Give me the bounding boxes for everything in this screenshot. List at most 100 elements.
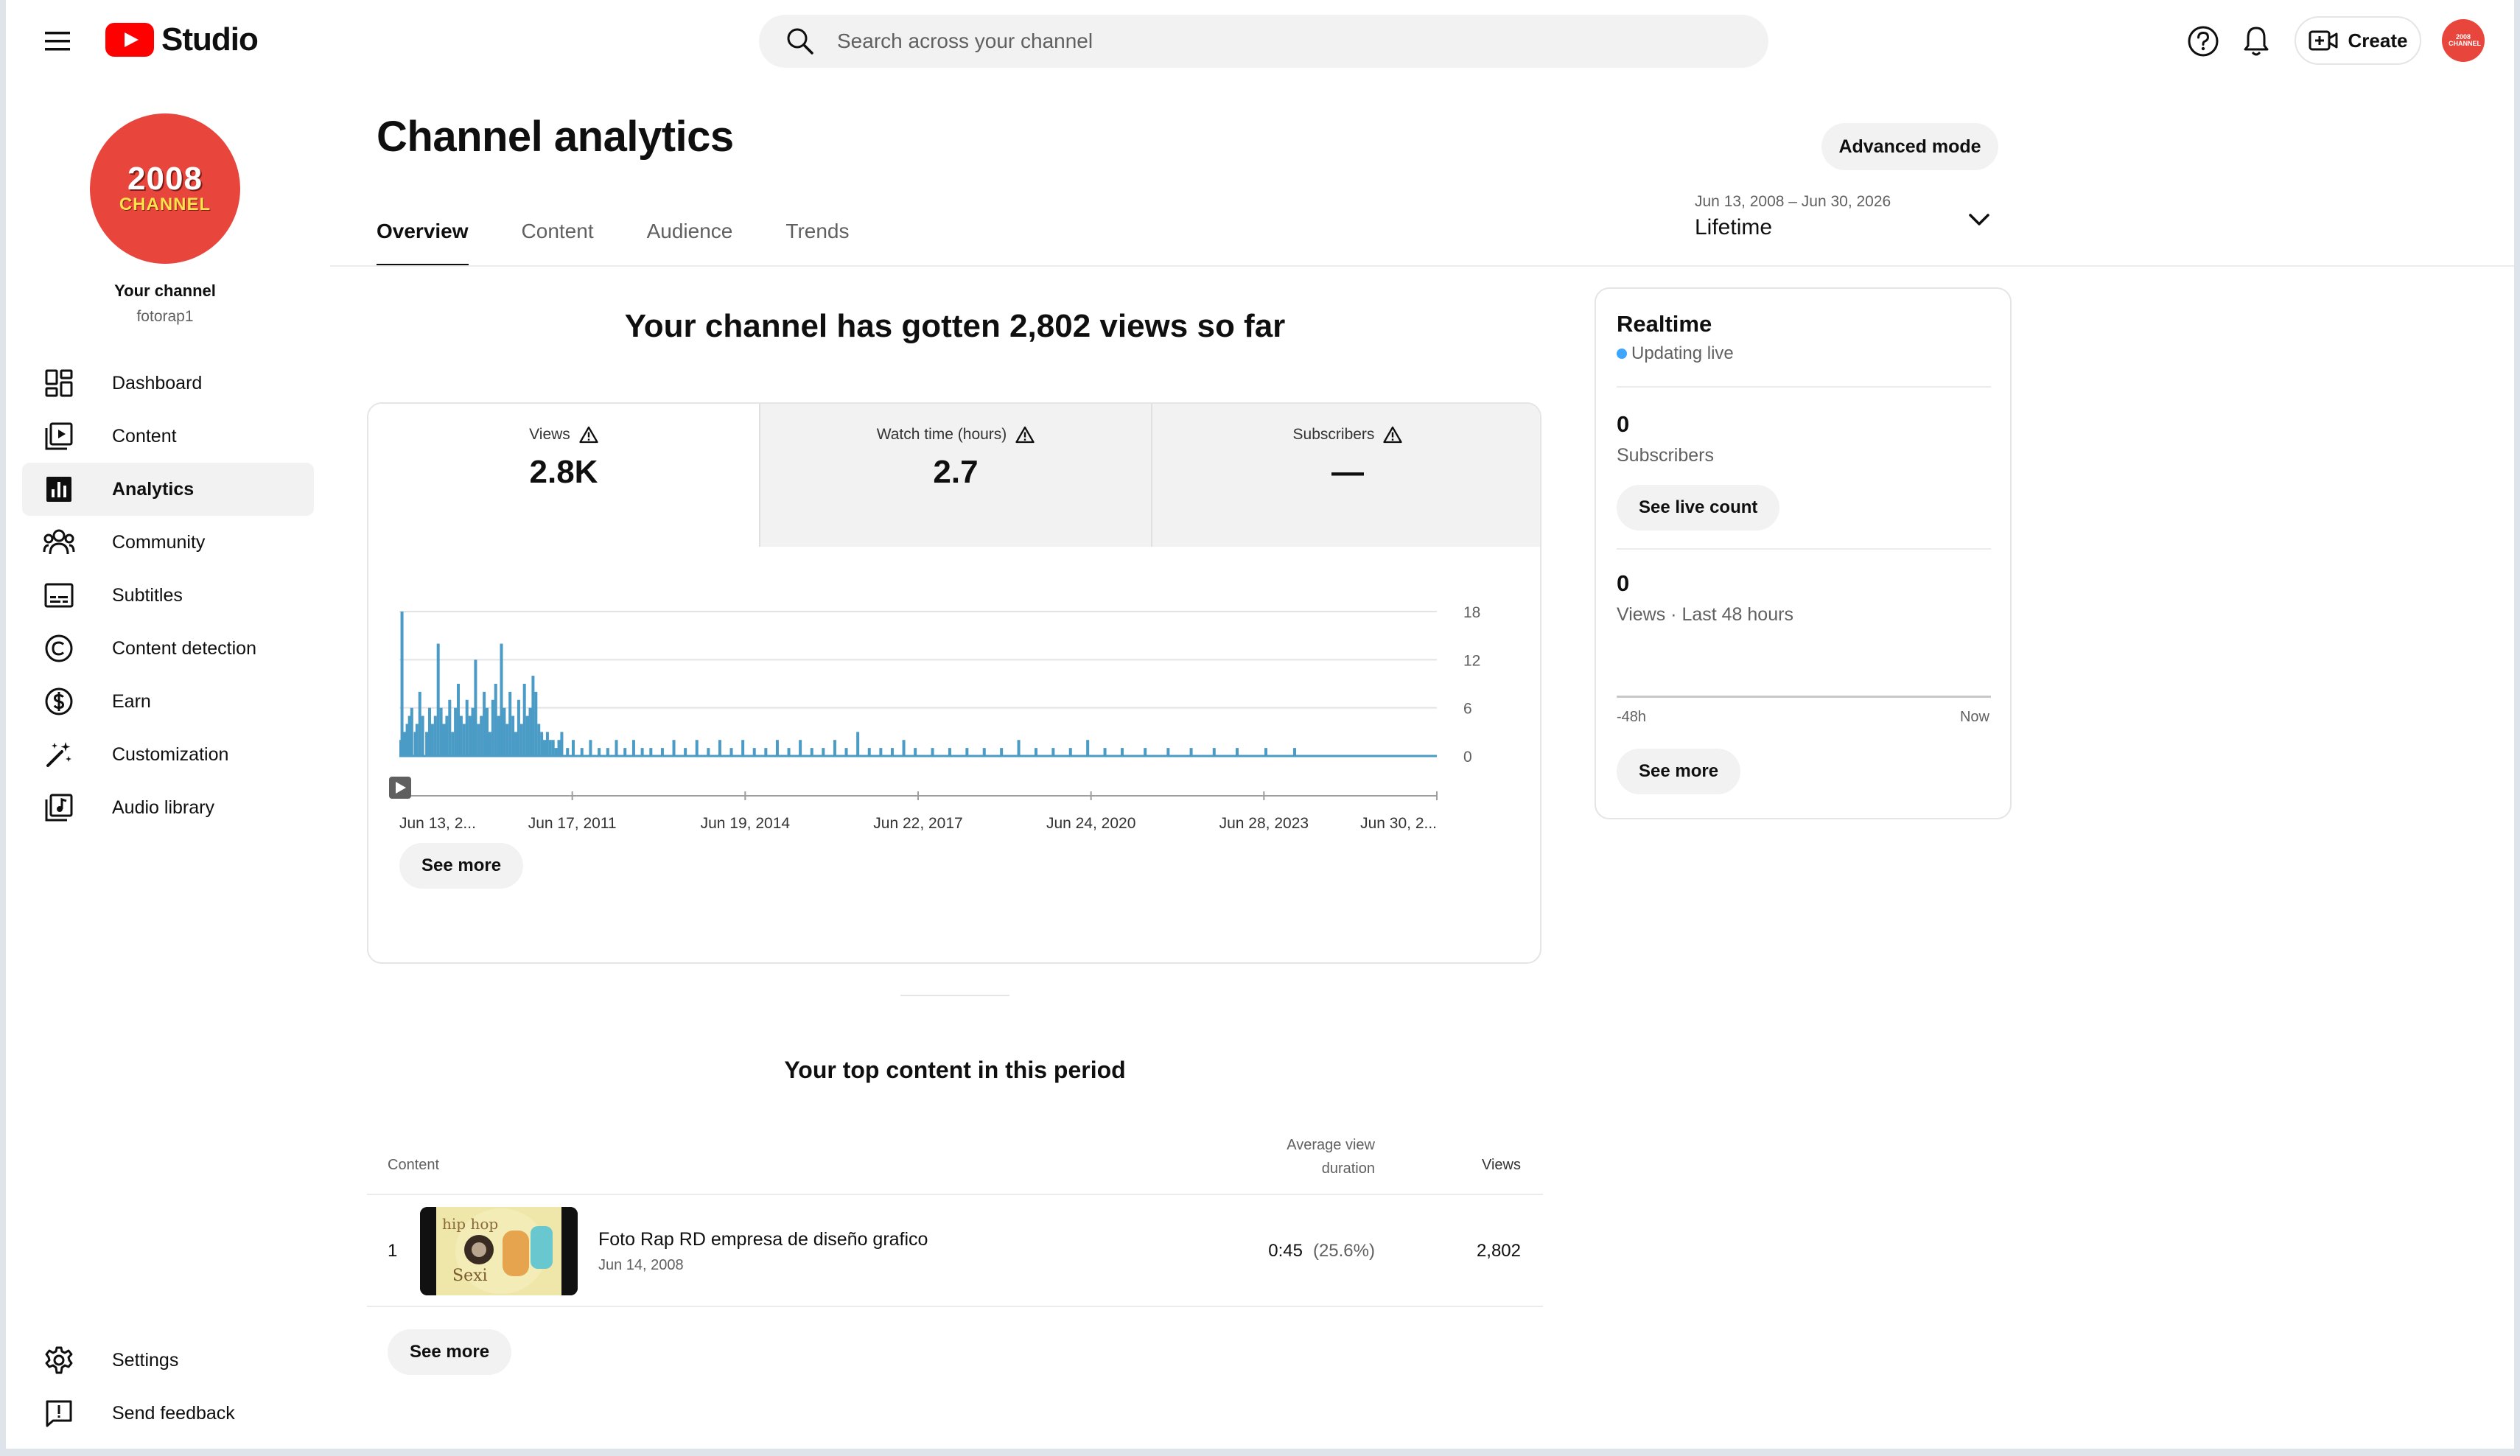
- chart-bar: [410, 707, 413, 756]
- metric-tab-watch-time[interactable]: Watch time (hours) 2.7: [759, 404, 1151, 547]
- chart-bar: [500, 643, 503, 756]
- search-icon: [784, 25, 816, 57]
- sidebar-item-customization[interactable]: Customization: [22, 728, 314, 781]
- chart-bar: [1189, 748, 1193, 756]
- community-icon: [43, 526, 75, 559]
- realtime-see-more-button[interactable]: See more: [1617, 749, 1741, 794]
- chart-bar: [1235, 748, 1239, 756]
- notifications-button[interactable]: [2236, 21, 2277, 62]
- metric-tab-subscribers[interactable]: Subscribers —: [1151, 404, 1540, 547]
- advanced-mode-button[interactable]: Advanced mode: [1821, 123, 1998, 170]
- realtime-subscribers-value: 0: [1617, 411, 1630, 437]
- studio-logo[interactable]: Studio: [105, 19, 259, 60]
- metric-tab-views[interactable]: Views 2.8K: [368, 404, 759, 547]
- studio-logo-text: Studio: [161, 21, 259, 57]
- channel-avatar-logo-line1: 2008: [127, 161, 203, 197]
- sidebar-item-dashboard[interactable]: Dashboard: [22, 357, 314, 410]
- chart-bar: [471, 707, 475, 756]
- sidebar-nav: Dashboard Content Analytics Community Su…: [22, 357, 314, 834]
- warning-icon: [1015, 426, 1035, 444]
- row-rank: 1: [388, 1241, 398, 1261]
- sidebar-item-analytics[interactable]: Analytics: [22, 463, 314, 516]
- tab-trends[interactable]: Trends: [785, 214, 849, 267]
- y-tick-label: 12: [1463, 652, 1480, 669]
- channel-handle: fotorap1: [136, 308, 194, 325]
- x-tick-label: Jun 13, 2...: [399, 815, 476, 832]
- chart-bar: [551, 740, 555, 756]
- sidebar-item-settings[interactable]: Settings: [22, 1334, 314, 1387]
- sidebar-item-community[interactable]: Community: [22, 516, 314, 569]
- magic-wand-icon: [43, 738, 75, 771]
- chart-bar: [1264, 748, 1267, 756]
- sidebar-item-earn[interactable]: Earn: [22, 675, 314, 728]
- chart-bar: [902, 740, 906, 756]
- realtime-tick-start: -48h: [1617, 709, 1647, 725]
- chart-see-more-button[interactable]: See more: [399, 843, 524, 889]
- chart-bar: [844, 748, 848, 756]
- section-divider: [900, 995, 1009, 996]
- thumbnail-text-bottom: Sexi: [452, 1267, 488, 1285]
- hamburger-menu-button[interactable]: [38, 22, 77, 60]
- chart-bar: [528, 707, 532, 756]
- x-tick-label: Jun 17, 2011: [528, 815, 617, 832]
- help-button[interactable]: [2183, 21, 2224, 62]
- chart-bar: [672, 740, 676, 756]
- chart-bar: [787, 748, 791, 756]
- channel-avatar-logo-line2: CHANNEL: [119, 195, 211, 214]
- chart-bar: [480, 715, 483, 756]
- tab-audience[interactable]: Audience: [647, 214, 733, 267]
- account-avatar[interactable]: 2008 CHANNEL: [2442, 19, 2485, 62]
- chart-bar: [433, 715, 437, 756]
- table-divider: [367, 1306, 1543, 1307]
- avd-percent: (25.6%): [1312, 1241, 1375, 1261]
- chart-bar: [519, 724, 523, 756]
- chart-bar: [684, 748, 687, 756]
- top-content-see-more-button[interactable]: See more: [388, 1329, 512, 1375]
- x-tick-label: Jun 30, 2...: [1360, 815, 1437, 832]
- chart-bar: [752, 748, 756, 756]
- chart-bar: [615, 740, 618, 756]
- chart-bar: [474, 659, 477, 756]
- chart-bar: [1034, 748, 1037, 756]
- see-live-count-button[interactable]: See live count: [1617, 485, 1780, 531]
- tab-content[interactable]: Content: [522, 214, 594, 267]
- account-avatar-logo: 2008 CHANNEL: [2449, 33, 2481, 47]
- metric-value: 2.7: [933, 454, 979, 490]
- sidebar-item-content-detection[interactable]: Content detection: [22, 622, 314, 675]
- chart-bar: [566, 748, 570, 756]
- chart-bar: [623, 748, 627, 756]
- video-thumbnail[interactable]: hip hop Sexi: [420, 1207, 578, 1295]
- chart-bar: [948, 748, 951, 756]
- chart-bar: [982, 748, 986, 756]
- channel-avatar[interactable]: 2008 CHANNEL: [90, 113, 240, 264]
- chart-bar: [540, 732, 544, 756]
- sidebar-item-label: Audio library: [112, 797, 214, 818]
- sidebar-item-subtitles[interactable]: Subtitles: [22, 569, 314, 622]
- chart-bar: [483, 691, 486, 756]
- sidebar-item-audio-library[interactable]: Audio library: [22, 781, 314, 834]
- chart-bar: [833, 740, 836, 756]
- create-button[interactable]: Create: [2295, 16, 2421, 65]
- metric-tabs: Views 2.8K Watch time (hours) 2.7 Subscr…: [368, 404, 1540, 547]
- video-title[interactable]: Foto Rap RD empresa de diseño grafico: [598, 1229, 928, 1250]
- tab-overview[interactable]: Overview: [377, 214, 469, 267]
- realtime-status: Updating live: [1617, 343, 1734, 364]
- chart-bar: [649, 748, 653, 756]
- sidebar-item-content[interactable]: Content: [22, 410, 314, 463]
- window-frame-right: [2514, 0, 2520, 1456]
- chart-bar: [631, 740, 635, 756]
- realtime-views-value: 0: [1617, 570, 1630, 596]
- chart-bar: [1166, 748, 1170, 756]
- chart-bar: [511, 715, 515, 756]
- audio-library-icon: [43, 791, 75, 824]
- realtime-subscribers-label: Subscribers: [1617, 445, 1714, 466]
- hamburger-icon: [45, 32, 70, 51]
- search-input[interactable]: [837, 29, 1648, 53]
- help-icon: [2188, 26, 2219, 57]
- search-bar[interactable]: [759, 15, 1768, 68]
- sidebar-item-send-feedback[interactable]: Send feedback: [22, 1387, 314, 1440]
- chart-bar: [425, 732, 429, 756]
- video-views: 2,802: [1476, 1241, 1521, 1261]
- realtime-card: Realtime Updating live 0 Subscribers See…: [1595, 287, 2012, 819]
- chart-bar: [810, 748, 813, 756]
